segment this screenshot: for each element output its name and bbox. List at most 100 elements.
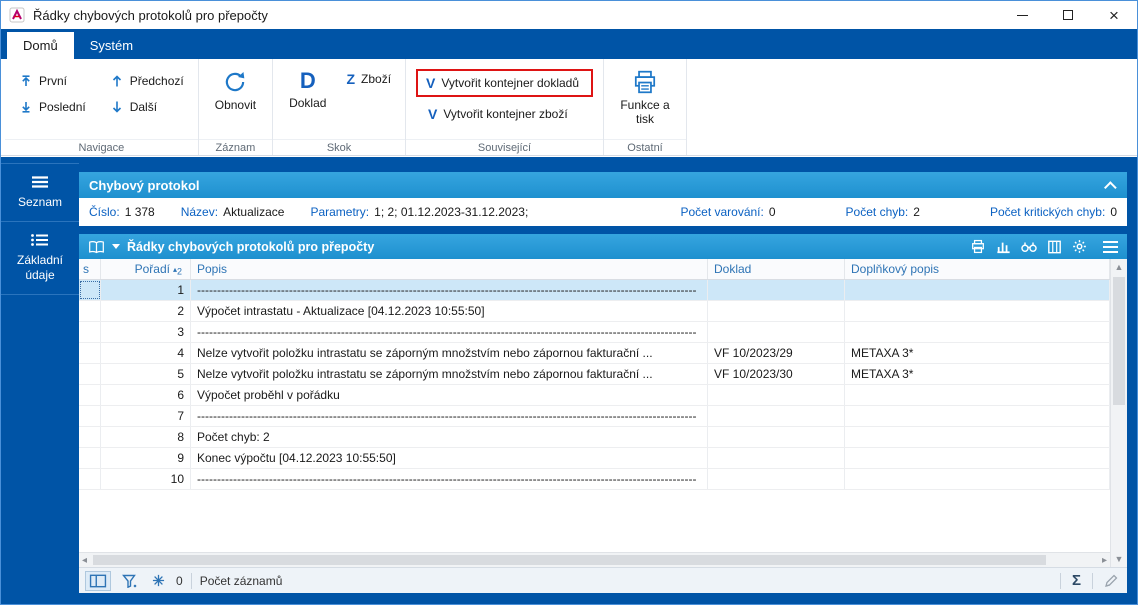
filter-button[interactable] xyxy=(119,572,141,590)
sum-button[interactable]: Σ xyxy=(1069,570,1084,591)
table-rows: 1 --------------------------------------… xyxy=(79,280,1110,552)
field-number-label: Číslo: xyxy=(89,205,120,219)
next-label: Další xyxy=(129,100,158,114)
row-selector-cell[interactable] xyxy=(79,364,101,384)
last-button[interactable]: Poslední xyxy=(15,97,90,117)
document-cell xyxy=(708,406,845,426)
scroll-down-icon[interactable]: ▼ xyxy=(1111,554,1127,564)
previous-button[interactable]: Předchozí xyxy=(106,71,188,91)
vertical-scroll-thumb[interactable] xyxy=(1113,277,1125,405)
first-button[interactable]: První xyxy=(15,71,90,91)
order-cell: 6 xyxy=(101,385,191,405)
column-header-order[interactable]: Pořadí ▴2 xyxy=(101,259,191,279)
column-header-additional[interactable]: Doplňkový popis xyxy=(845,259,1110,279)
row-selector-cell[interactable] xyxy=(79,385,101,405)
document-button[interactable]: D Doklad xyxy=(283,65,332,115)
table-row[interactable]: 3 --------------------------------------… xyxy=(79,322,1110,343)
statusbar: 0 Počet záznamů Σ xyxy=(79,567,1127,593)
document-cell xyxy=(708,469,845,489)
table-row[interactable]: 6 Výpočet proběhl v pořádku xyxy=(79,385,1110,406)
freeze-button[interactable] xyxy=(149,572,168,589)
maximize-button[interactable] xyxy=(1045,1,1091,29)
additional-cell xyxy=(845,469,1110,489)
field-warnings-label: Počet varování: xyxy=(680,205,764,219)
statusbar-right: Σ xyxy=(1059,570,1121,591)
book-icon[interactable] xyxy=(88,240,105,254)
tab-system[interactable]: Systém xyxy=(74,32,149,59)
additional-cell: METAXA 3* xyxy=(845,343,1110,363)
row-selector-cell[interactable] xyxy=(79,301,101,321)
scroll-left-icon[interactable]: ◂ xyxy=(82,553,87,568)
order-cell: 3 xyxy=(101,322,191,342)
goods-label: Zboží xyxy=(361,72,392,86)
horizontal-scrollbar[interactable]: ◂ ▸ xyxy=(79,552,1110,567)
table-row[interactable]: 9 Konec výpočtu [04.12.2023 10:55:50] xyxy=(79,448,1110,469)
table-row[interactable]: 1 --------------------------------------… xyxy=(79,280,1110,301)
sidebar-item-list[interactable]: Seznam xyxy=(1,163,79,223)
window-title: Řádky chybových protokolů pro přepočty xyxy=(33,7,268,23)
print-icon[interactable] xyxy=(970,239,986,254)
column-header-s[interactable]: s xyxy=(79,259,101,279)
vertical-scrollbar[interactable]: ▲ ▼ xyxy=(1110,259,1127,567)
table-row[interactable]: 5 Nelze vytvořit položku intrastatu se z… xyxy=(79,364,1110,385)
row-selector-cell[interactable] xyxy=(79,427,101,447)
ribbon-group-navigation: První Předchozí Poslední Další Navigace xyxy=(5,59,199,155)
group-caption-jump: Skok xyxy=(326,142,352,154)
row-selector-cell[interactable] xyxy=(79,448,101,468)
functions-print-label: Funkce a tisk xyxy=(620,98,670,126)
additional-cell xyxy=(845,448,1110,468)
grid-header: Řádky chybových protokolů pro přepočty xyxy=(79,234,1127,259)
binoculars-icon[interactable] xyxy=(1021,240,1037,253)
scroll-right-icon[interactable]: ▸ xyxy=(1102,553,1107,568)
horizontal-scroll-thumb[interactable] xyxy=(93,555,1046,565)
create-container-goods-button[interactable]: V Vytvořit kontejner zboží xyxy=(424,104,593,124)
description-cell: Konec výpočtu [04.12.2023 10:55:50] xyxy=(191,448,708,468)
additional-cell xyxy=(845,280,1110,300)
field-number-value: 1 378 xyxy=(124,205,155,219)
table-row[interactable]: 2 Výpočet intrastatu - Aktualizace [04.1… xyxy=(79,301,1110,322)
order-cell: 8 xyxy=(101,427,191,447)
table-row[interactable]: 8 Počet chyb: 2 xyxy=(79,427,1110,448)
row-selector-cell[interactable] xyxy=(79,280,101,300)
grid-menu-chevron-icon[interactable] xyxy=(112,244,120,249)
row-selector-cell[interactable] xyxy=(79,343,101,363)
document-letter-icon: D xyxy=(299,68,316,93)
column-header-description[interactable]: Popis xyxy=(191,259,708,279)
additional-cell xyxy=(845,406,1110,426)
next-button[interactable]: Další xyxy=(106,97,188,117)
columns-icon[interactable] xyxy=(1047,240,1062,254)
close-button[interactable]: × xyxy=(1091,1,1137,29)
functions-print-button[interactable]: Funkce a tisk xyxy=(614,65,676,131)
collapse-chevron-icon[interactable] xyxy=(1104,180,1117,194)
field-warnings-value: 0 xyxy=(768,205,776,219)
edit-button[interactable] xyxy=(1101,572,1121,590)
grid-body: s Pořadí ▴2 Popis Doklad Doplňkový popis … xyxy=(79,259,1127,567)
ribbon-group-jump: D Doklad Z Zboží Skok xyxy=(273,59,407,155)
table-row[interactable]: 4 Nelze vytvořit položku intrastatu se z… xyxy=(79,343,1110,364)
document-cell xyxy=(708,301,845,321)
goods-button[interactable]: Z Zboží xyxy=(342,69,395,89)
minimize-button[interactable] xyxy=(999,1,1045,29)
group-caption-navigation: Navigace xyxy=(78,142,125,154)
description-cell: ----------------------------------------… xyxy=(191,406,708,426)
grid-menu-icon[interactable] xyxy=(1103,240,1118,253)
column-header-document[interactable]: Doklad xyxy=(708,259,845,279)
list-icon xyxy=(32,176,48,188)
sidebar-item-basic-data[interactable]: Základní údaje xyxy=(1,222,79,296)
row-selector-cell[interactable] xyxy=(79,406,101,426)
scroll-up-icon[interactable]: ▲ xyxy=(1111,262,1127,272)
settings-gear-icon[interactable] xyxy=(1072,239,1087,254)
pane-toggle-button[interactable] xyxy=(85,570,111,591)
table-row[interactable]: 10 -------------------------------------… xyxy=(79,469,1110,490)
records-label: Počet záznamů xyxy=(199,573,283,588)
row-selector-cell[interactable] xyxy=(79,469,101,489)
row-selector-cell[interactable] xyxy=(79,322,101,342)
order-cell: 10 xyxy=(101,469,191,489)
document-cell: VF 10/2023/30 xyxy=(708,364,845,384)
table-row[interactable]: 7 --------------------------------------… xyxy=(79,406,1110,427)
refresh-button[interactable]: Obnovit xyxy=(209,65,262,117)
create-container-documents-button[interactable]: V Vytvořit kontejner dokladů xyxy=(422,73,583,93)
chart-icon[interactable] xyxy=(996,240,1011,254)
detail-list-icon xyxy=(31,234,48,247)
tab-home[interactable]: Domů xyxy=(7,32,74,59)
